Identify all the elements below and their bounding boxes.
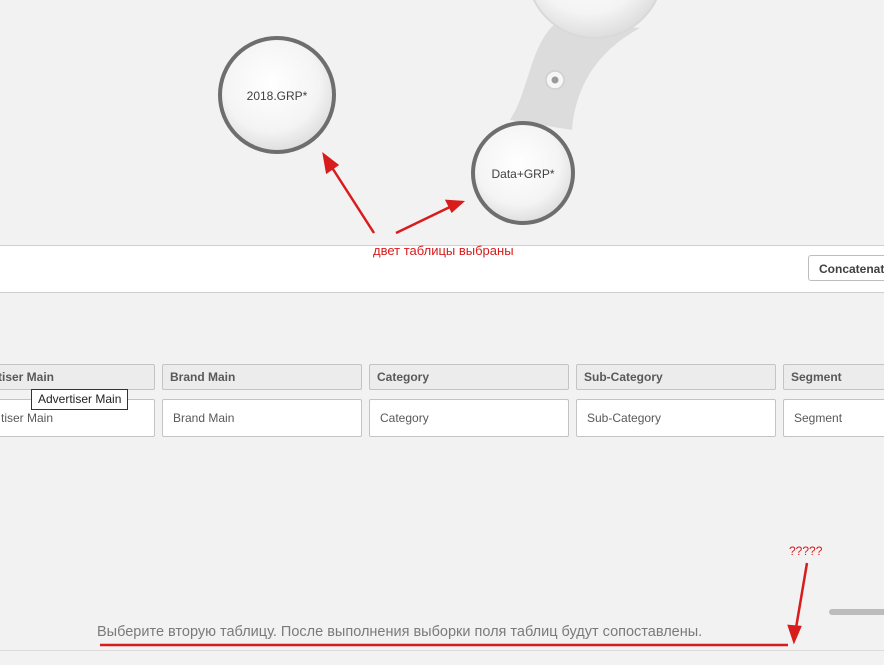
data-model-diagram: 2018.GRP* Data+GRP* [0,0,884,246]
tooltip-advertiser-main: Advertiser Main [31,389,129,410]
node-label-2018-grp: 2018.GRP* [246,89,308,103]
diagram-canvas [218,0,658,225]
field-input-segment[interactable]: Segment [783,399,884,437]
link-handle-dot [551,76,559,84]
field-input-sub-category[interactable]: Sub-Category [576,399,776,437]
field-input-category[interactable]: Category [369,399,569,437]
field-header-category: Category [369,364,569,390]
bottom-divider [0,650,884,651]
horizontal-scrollbar[interactable] [829,609,884,615]
field-input-brand-main[interactable]: Brand Main [162,399,362,437]
annotation-two-tables-selected: двет таблицы выбраны [373,243,514,258]
association-link [510,20,640,130]
field-header-brand-main: Brand Main [162,364,362,390]
arrow-to-hint-end [794,562,809,629]
field-header-segment: Segment [783,364,884,390]
field-header-advertiser-main: tiser Main [0,364,155,390]
node-label-data-grp: Data+GRP* [491,167,555,181]
annotation-question-marks: ????? [789,544,823,558]
mapping-hint-text: Выберите вторую таблицу. После выполнени… [97,624,703,640]
arrowhead-down [787,624,802,645]
concatenate-button[interactable]: Concatenat [808,255,884,281]
field-header-sub-category: Sub-Category [576,364,776,390]
